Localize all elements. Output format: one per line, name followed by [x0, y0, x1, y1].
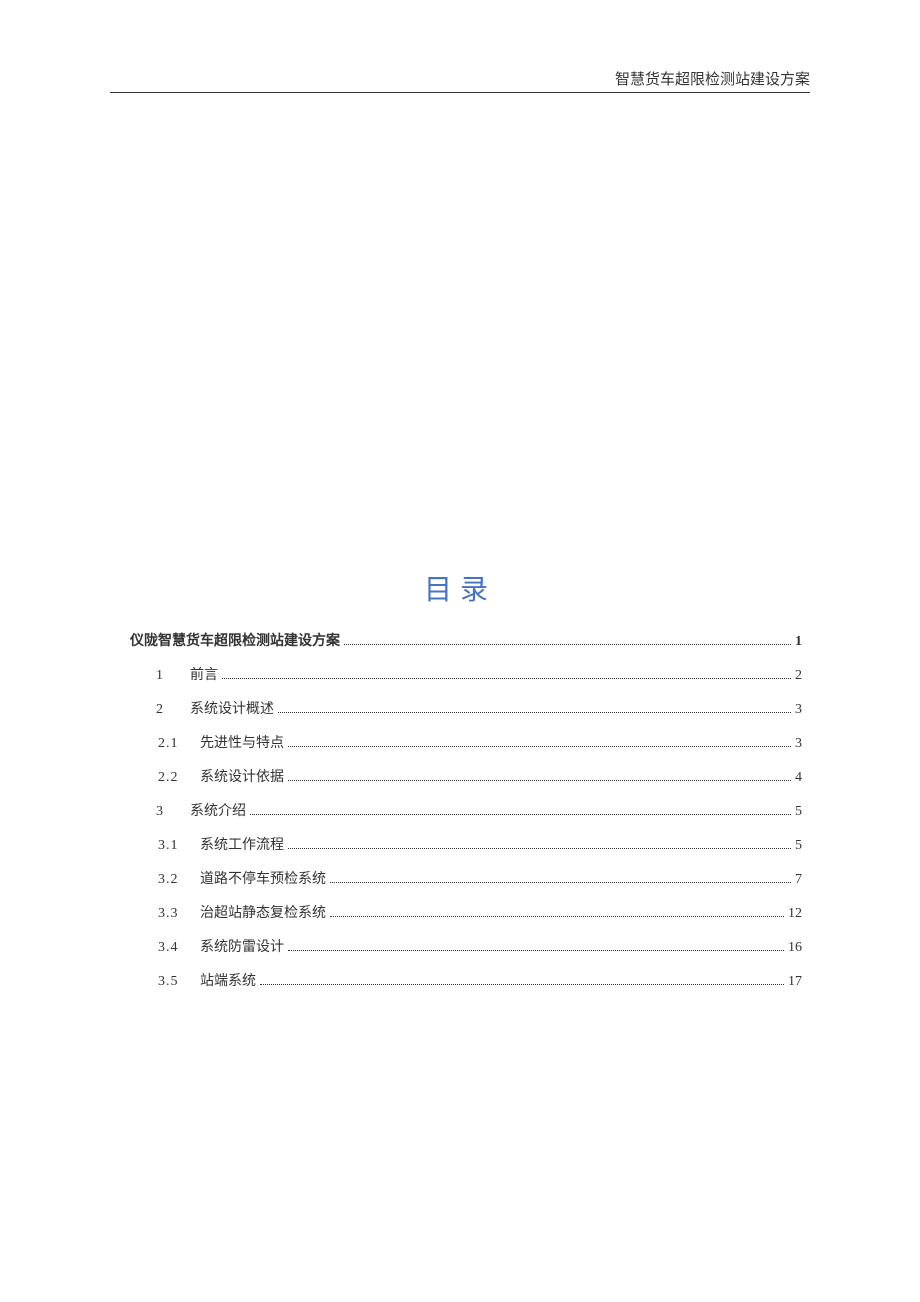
toc-entry[interactable]: 3.5站端系统 17: [158, 970, 802, 990]
toc-number: 3.2: [158, 872, 200, 888]
toc-text: 系统防雷设计: [200, 936, 284, 956]
toc-entry[interactable]: 2.1先进性与特点 3: [158, 732, 802, 752]
toc-leader-dots: [250, 814, 791, 815]
toc-page: 5: [795, 838, 802, 854]
toc-leader-dots: [278, 712, 791, 713]
toc-leader-dots: [288, 950, 784, 951]
toc-text: 系统工作流程: [200, 834, 284, 854]
toc-entry[interactable]: 2系统设计概述 3: [156, 698, 802, 718]
toc-page: 12: [788, 906, 802, 922]
toc-text: 系统设计依据: [200, 766, 284, 786]
toc-page: 7: [795, 872, 802, 888]
toc-leader-dots: [222, 678, 791, 679]
toc-entry[interactable]: 3.3治超站静态复检系统 12: [158, 902, 802, 922]
toc-page: 3: [795, 702, 802, 718]
toc-page: 2: [795, 668, 802, 684]
toc-title: 目录: [0, 568, 920, 608]
toc-entry[interactable]: 3.2道路不停车预检系统 7: [158, 868, 802, 888]
toc-text: 站端系统: [200, 970, 256, 990]
toc-container: 仪陇智慧货车超限检测站建设方案11前言22系统设计概述32.1先进性与特点32.…: [130, 630, 802, 1004]
toc-number: 2: [156, 702, 190, 718]
toc-number: 1: [156, 668, 190, 684]
toc-entry[interactable]: 1前言 2: [156, 664, 802, 684]
toc-entry[interactable]: 2.2系统设计依据 4: [158, 766, 802, 786]
toc-text: 治超站静态复检系统: [200, 902, 326, 922]
toc-leader-dots: [260, 984, 784, 985]
toc-page: 1: [795, 634, 802, 650]
toc-text: 仪陇智慧货车超限检测站建设方案: [130, 630, 340, 650]
toc-number: 2.2: [158, 770, 200, 786]
toc-number: 3.5: [158, 974, 200, 990]
toc-leader-dots: [330, 882, 791, 883]
page-header: 智慧货车超限检测站建设方案: [615, 68, 810, 89]
toc-entry[interactable]: 3系统介绍 5: [156, 800, 802, 820]
toc-number: 3: [156, 804, 190, 820]
header-text: 智慧货车超限检测站建设方案: [615, 72, 810, 88]
toc-leader-dots: [288, 746, 791, 747]
toc-number: 3.3: [158, 906, 200, 922]
toc-text: 系统设计概述: [190, 698, 274, 718]
toc-page: 5: [795, 804, 802, 820]
toc-entry[interactable]: 仪陇智慧货车超限检测站建设方案 1: [130, 630, 802, 650]
toc-page: 4: [795, 770, 802, 786]
toc-text: 前言: [190, 664, 218, 684]
toc-entry[interactable]: 3.4系统防雷设计 16: [158, 936, 802, 956]
toc-page: 16: [788, 940, 802, 956]
toc-number: 2.1: [158, 736, 200, 752]
toc-page: 3: [795, 736, 802, 752]
toc-text: 道路不停车预检系统: [200, 868, 326, 888]
toc-text: 先进性与特点: [200, 732, 284, 752]
toc-entry[interactable]: 3.1系统工作流程 5: [158, 834, 802, 854]
toc-page: 17: [788, 974, 802, 990]
toc-leader-dots: [288, 848, 791, 849]
toc-text: 系统介绍: [190, 800, 246, 820]
toc-leader-dots: [344, 644, 791, 645]
toc-number: 3.1: [158, 838, 200, 854]
toc-leader-dots: [288, 780, 791, 781]
toc-number: 3.4: [158, 940, 200, 956]
header-underline: [110, 92, 810, 93]
toc-leader-dots: [330, 916, 784, 917]
